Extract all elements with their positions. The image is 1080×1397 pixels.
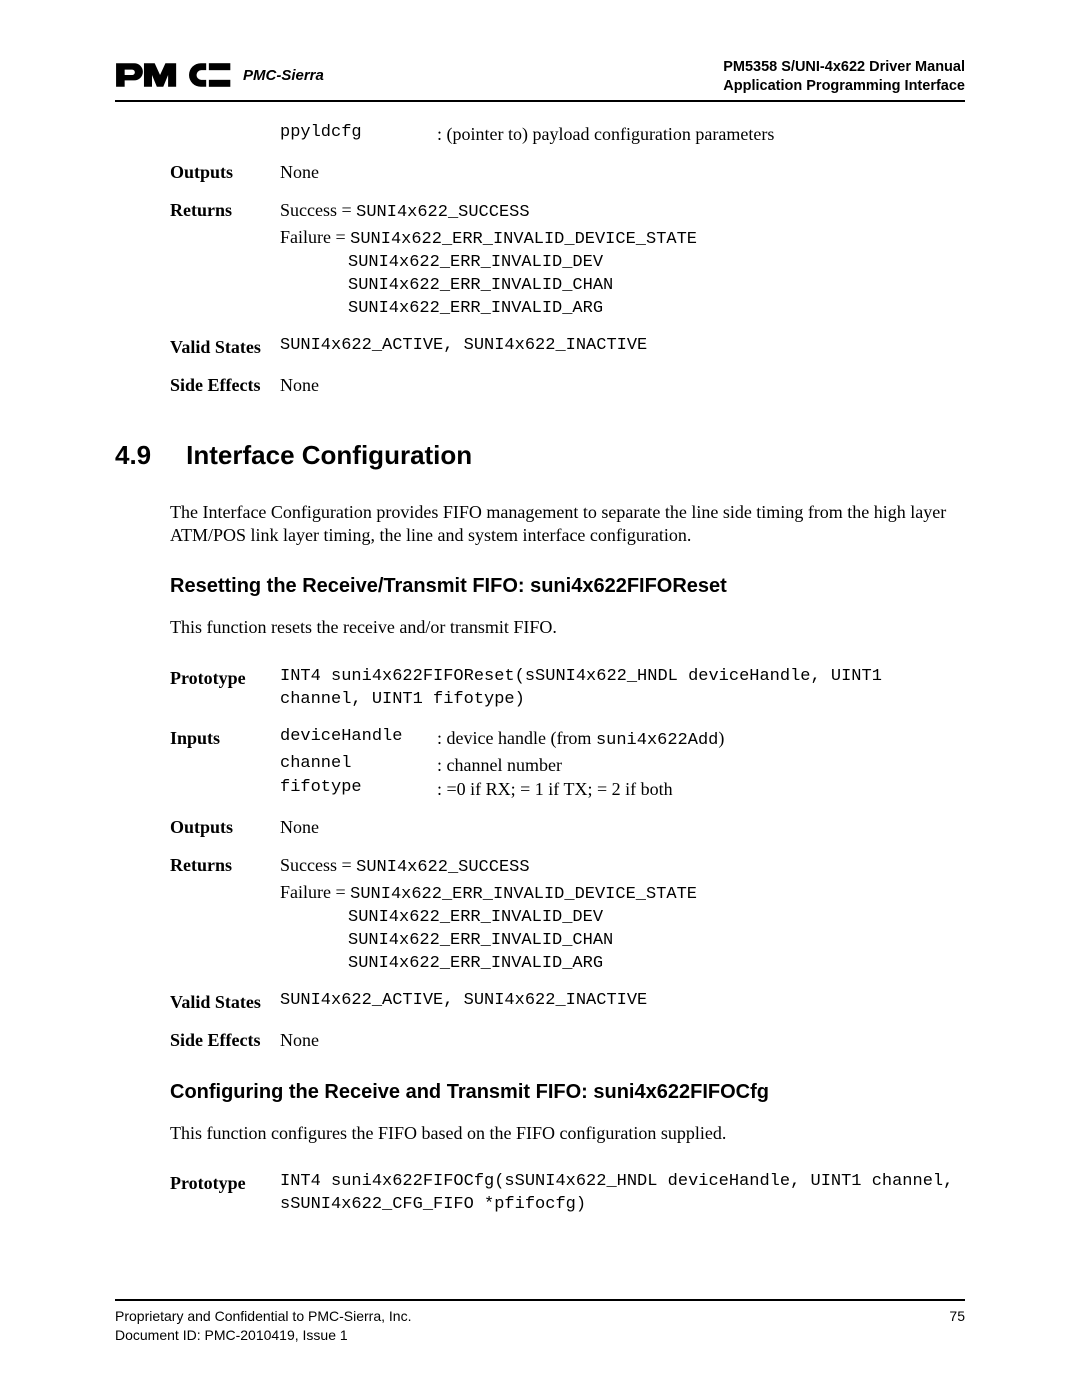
param-name: ppyldcfg: [280, 122, 425, 146]
footer-left-line1: Proprietary and Confidential to PMC-Sier…: [115, 1307, 411, 1326]
failure-code-2-1: SUNI4x622_ERR_INVALID_DEV: [280, 907, 965, 930]
failure-code-3: SUNI4x622_ERR_INVALID_ARG: [280, 298, 965, 321]
success-prefix: Success =: [280, 200, 356, 220]
brand-text: PMC-Sierra: [243, 67, 324, 84]
input-desc-1: : channel number: [437, 753, 965, 777]
valid-states-label: Valid States: [170, 335, 280, 359]
returns-label-2: Returns: [170, 853, 280, 976]
input-desc-0-mono: suni4x622Add: [596, 731, 718, 750]
content: ppyldcfg : (pointer to) payload configur…: [115, 122, 965, 1217]
returns-label: Returns: [170, 198, 280, 321]
section-number: 4.9: [115, 440, 151, 471]
input-desc-0: : device handle (from suni4x622Add): [437, 726, 965, 753]
fiforeset-sideeffects-row: Side Effects None: [170, 1028, 965, 1052]
input-desc-0-pre: : device handle (from: [437, 728, 596, 748]
side-effects-value-2: None: [280, 1028, 965, 1052]
success-code-2: SUNI4x622_SUCCESS: [356, 858, 529, 877]
header-title: PM5358 S/UNI-4x622 Driver Manual Applica…: [723, 58, 965, 96]
outputs-label: Outputs: [170, 160, 280, 184]
section-intro: The Interface Configuration provides FIF…: [170, 501, 965, 548]
fifocfg-prototype-row: Prototype INT4 suni4x622FIFOCfg(sSUNI4x6…: [170, 1171, 965, 1217]
failure-code-2-0: SUNI4x622_ERR_INVALID_DEVICE_STATE: [350, 885, 697, 904]
header-title-line1: PM5358 S/UNI-4x622 Driver Manual: [723, 58, 965, 77]
footer-left: Proprietary and Confidential to PMC-Sier…: [115, 1307, 411, 1345]
section-title: Interface Configuration: [186, 440, 472, 471]
prototype-code-2: INT4 suni4x622FIFOCfg(sSUNI4x622_HNDL de…: [280, 1171, 965, 1217]
failure-code-2-3: SUNI4x622_ERR_INVALID_ARG: [280, 953, 965, 976]
footer-page-number: 75: [949, 1307, 965, 1345]
prototype-code: INT4 suni4x622FIFOReset(sSUNI4x622_HNDL …: [280, 666, 965, 712]
returns-body: Success = SUNI4x622_SUCCESS Failure = SU…: [280, 198, 965, 321]
input-name-2: fifotype: [280, 777, 425, 801]
fiforeset-validstates-row: Valid States SUNI4x622_ACTIVE, SUNI4x622…: [170, 990, 965, 1014]
input-desc-0-post: ): [718, 728, 724, 748]
outputs-label-2: Outputs: [170, 815, 280, 839]
failure-code-2-2: SUNI4x622_ERR_INVALID_CHAN: [280, 930, 965, 953]
logo-block: PMC-Sierra: [115, 58, 324, 92]
failure-prefix: Failure =: [280, 227, 350, 247]
fiforeset-desc: This function resets the receive and/or …: [170, 616, 965, 639]
failure-prefix-2: Failure =: [280, 882, 350, 902]
valid-states-label-2: Valid States: [170, 990, 280, 1014]
failure-code-2: SUNI4x622_ERR_INVALID_CHAN: [280, 275, 965, 298]
returns-body-2: Success = SUNI4x622_SUCCESS Failure = SU…: [280, 853, 965, 976]
header-title-line2: Application Programming Interface: [723, 77, 965, 96]
fiforeset-inputs-row: Inputs deviceHandle : device handle (fro…: [170, 726, 965, 802]
pmc-logo-icon: [115, 58, 233, 92]
footer-left-line2: Document ID: PMC-2010419, Issue 1: [115, 1326, 411, 1345]
fifocfg-heading: Configuring the Receive and Transmit FIF…: [170, 1081, 965, 1104]
valid-states-value: SUNI4x622_ACTIVE, SUNI4x622_INACTIVE: [280, 335, 965, 359]
fifocfg-desc: This function configures the FIFO based …: [170, 1122, 965, 1145]
valid-states-row: Valid States SUNI4x622_ACTIVE, SUNI4x622…: [170, 335, 965, 359]
param-row-ppyldcfg: ppyldcfg : (pointer to) payload configur…: [170, 122, 965, 146]
input-name-1: channel: [280, 753, 425, 777]
blank-label: [170, 122, 280, 146]
prototype-label: Prototype: [170, 666, 280, 712]
valid-states-value-2: SUNI4x622_ACTIVE, SUNI4x622_INACTIVE: [280, 990, 965, 1014]
side-effects-value: None: [280, 373, 965, 397]
returns-row: Returns Success = SUNI4x622_SUCCESS Fail…: [170, 198, 965, 321]
section-heading: 4.9 Interface Configuration: [170, 440, 965, 471]
input-name-0: deviceHandle: [280, 726, 425, 753]
page-footer: Proprietary and Confidential to PMC-Sier…: [115, 1299, 965, 1345]
success-code: SUNI4x622_SUCCESS: [356, 203, 529, 222]
side-effects-label-2: Side Effects: [170, 1028, 280, 1052]
fiforeset-outputs-row: Outputs None: [170, 815, 965, 839]
input-desc-2: : =0 if RX; = 1 if TX; = 2 if both: [437, 777, 965, 801]
outputs-value: None: [280, 160, 965, 184]
outputs-value-2: None: [280, 815, 965, 839]
inputs-body: deviceHandle : device handle (from suni4…: [280, 726, 965, 802]
fiforeset-returns-row: Returns Success = SUNI4x622_SUCCESS Fail…: [170, 853, 965, 976]
side-effects-label: Side Effects: [170, 373, 280, 397]
page-header: PMC-Sierra PM5358 S/UNI-4x622 Driver Man…: [115, 58, 965, 102]
inputs-label: Inputs: [170, 726, 280, 802]
page: PMC-Sierra PM5358 S/UNI-4x622 Driver Man…: [0, 0, 1080, 1397]
fiforeset-prototype-row: Prototype INT4 suni4x622FIFOReset(sSUNI4…: [170, 666, 965, 712]
prototype-label-2: Prototype: [170, 1171, 280, 1217]
outputs-row: Outputs None: [170, 160, 965, 184]
failure-code-1: SUNI4x622_ERR_INVALID_DEV: [280, 252, 965, 275]
fiforeset-heading: Resetting the Receive/Transmit FIFO: sun…: [170, 575, 965, 598]
success-prefix-2: Success =: [280, 855, 356, 875]
failure-code-0: SUNI4x622_ERR_INVALID_DEVICE_STATE: [350, 230, 697, 249]
side-effects-row: Side Effects None: [170, 373, 965, 397]
param-desc: : (pointer to) payload configuration par…: [437, 122, 965, 146]
